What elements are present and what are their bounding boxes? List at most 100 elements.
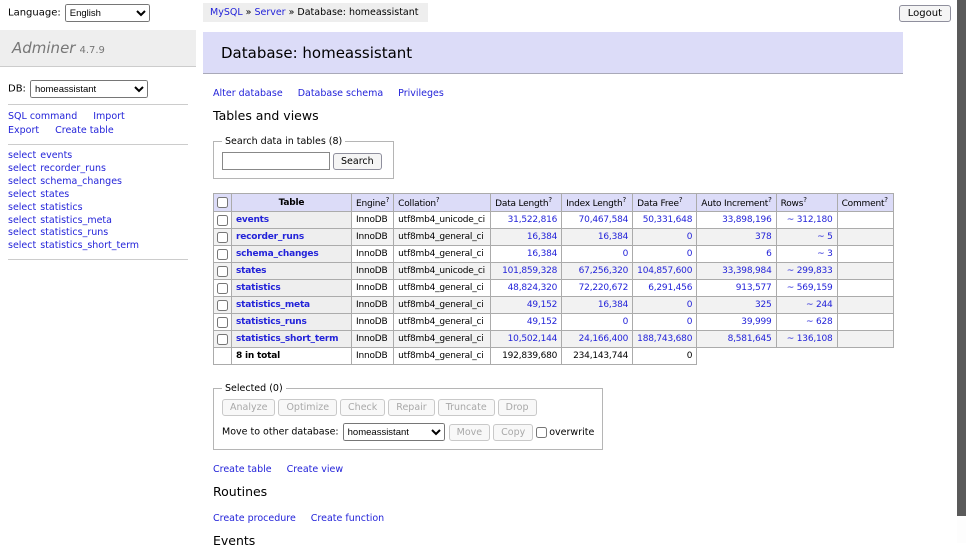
sidebar-item-export[interactable]: Export	[8, 125, 39, 136]
search-button[interactable]: Search	[333, 153, 382, 170]
data-free-link[interactable]: 6,291,456	[648, 283, 692, 293]
data-length-link[interactable]: 101,859,328	[502, 266, 557, 276]
sidebar-select-link-states[interactable]: select	[8, 189, 36, 200]
sidebar-select-link-statistics-meta[interactable]: select	[8, 215, 36, 226]
vertical-scrollbar[interactable]	[957, 0, 966, 543]
copy-button[interactable]: Copy	[493, 424, 533, 441]
row-checkbox-states[interactable]	[217, 266, 228, 277]
scrollbar-thumb[interactable]	[957, 0, 966, 516]
column-help-link[interactable]: ?	[768, 196, 772, 204]
rows-link[interactable]: ~ 628	[806, 317, 833, 327]
row-checkbox-recorder-runs[interactable]	[217, 232, 228, 243]
row-checkbox-schema-changes[interactable]	[217, 249, 228, 260]
auto-increment-link[interactable]: 325	[755, 300, 772, 310]
data-free-link[interactable]: 0	[687, 300, 693, 310]
row-checkbox-statistics-short-term[interactable]	[217, 334, 228, 345]
breadcrumb-link-server[interactable]: Server	[254, 7, 285, 18]
table-link-schema-changes[interactable]: schema_changes	[236, 249, 318, 259]
rows-link[interactable]: ~ 5	[817, 232, 833, 242]
alter-database-link[interactable]: Alter database	[213, 88, 283, 99]
sidebar-item-sql-command[interactable]: SQL command	[8, 111, 77, 122]
sidebar-select-link-events[interactable]: select	[8, 150, 36, 161]
column-help-link[interactable]: ?	[386, 196, 390, 204]
check-button[interactable]: Check	[340, 399, 385, 416]
analyze-button[interactable]: Analyze	[222, 399, 275, 416]
data-length-link[interactable]: 49,152	[527, 300, 557, 310]
index-length-link[interactable]: 72,220,672	[579, 283, 629, 293]
rows-link[interactable]: ~ 569,159	[787, 283, 833, 293]
data-length-link[interactable]: 16,384	[527, 249, 557, 259]
db-select[interactable]: homeassistant	[30, 80, 148, 98]
auto-increment-link[interactable]: 913,577	[736, 283, 772, 293]
auto-increment-link[interactable]: 33,898,196	[722, 215, 772, 225]
sidebar-table-link-states[interactable]: states	[40, 189, 69, 200]
sidebar-select-link-statistics-runs[interactable]: select	[8, 227, 36, 238]
overwrite-checkbox[interactable]	[536, 427, 547, 438]
create-function-link[interactable]: Create function	[311, 513, 384, 524]
column-help-link[interactable]: ?	[622, 196, 626, 204]
data-length-link[interactable]: 10,502,144	[508, 334, 558, 344]
auto-increment-link[interactable]: 6	[766, 249, 772, 259]
sidebar-table-link-events[interactable]: events	[40, 150, 72, 161]
move-database-select[interactable]: homeassistant	[343, 423, 445, 441]
column-help-link[interactable]: ?	[884, 196, 888, 204]
rows-link[interactable]: ~ 312,180	[787, 215, 833, 225]
optimize-button[interactable]: Optimize	[278, 399, 337, 416]
truncate-button[interactable]: Truncate	[438, 399, 495, 416]
sidebar-select-link-statistics[interactable]: select	[8, 202, 36, 213]
index-length-link[interactable]: 0	[623, 317, 629, 327]
index-length-link[interactable]: 70,467,584	[579, 215, 629, 225]
column-help-link[interactable]: ?	[679, 196, 683, 204]
sidebar-table-link-statistics-meta[interactable]: statistics_meta	[40, 215, 112, 226]
create-table-link[interactable]: Create table	[213, 464, 272, 475]
search-input[interactable]	[222, 152, 330, 170]
sidebar-select-link-statistics-short-term[interactable]: select	[8, 240, 36, 251]
index-length-link[interactable]: 24,166,400	[579, 334, 629, 344]
language-select[interactable]: English	[65, 4, 150, 22]
auto-increment-link[interactable]: 39,999	[741, 317, 771, 327]
table-link-events[interactable]: events	[236, 215, 269, 225]
index-length-link[interactable]: 67,256,320	[579, 266, 629, 276]
breadcrumb-link-mysql[interactable]: MySQL	[210, 7, 243, 18]
move-button[interactable]: Move	[449, 424, 490, 441]
sidebar-item-import[interactable]: Import	[93, 111, 125, 122]
table-link-states[interactable]: states	[236, 266, 266, 276]
column-help-link[interactable]: ?	[436, 196, 440, 204]
repair-button[interactable]: Repair	[388, 399, 434, 416]
data-free-link[interactable]: 0	[687, 249, 693, 259]
logout-button[interactable]: Logout	[899, 5, 951, 22]
data-length-link[interactable]: 31,522,816	[508, 215, 558, 225]
table-link-statistics-short-term[interactable]: statistics_short_term	[236, 334, 338, 344]
data-length-link[interactable]: 16,384	[527, 232, 557, 242]
privileges-link[interactable]: Privileges	[398, 88, 444, 99]
row-checkbox-statistics[interactable]	[217, 283, 228, 294]
row-checkbox-statistics-runs[interactable]	[217, 317, 228, 328]
sidebar-table-link-statistics[interactable]: statistics	[40, 202, 82, 213]
table-link-recorder-runs[interactable]: recorder_runs	[236, 232, 304, 242]
data-free-link[interactable]: 188,743,680	[637, 334, 692, 344]
auto-increment-link[interactable]: 33,398,984	[722, 266, 772, 276]
index-length-link[interactable]: 16,384	[598, 300, 628, 310]
sidebar-table-link-schema-changes[interactable]: schema_changes	[40, 176, 122, 187]
create-procedure-link[interactable]: Create procedure	[213, 513, 296, 524]
sidebar-table-link-statistics-short-term[interactable]: statistics_short_term	[40, 240, 139, 251]
data-free-link[interactable]: 0	[687, 232, 693, 242]
auto-increment-link[interactable]: 378	[755, 232, 772, 242]
sidebar-select-link-recorder-runs[interactable]: select	[8, 163, 36, 174]
drop-button[interactable]: Drop	[498, 399, 537, 416]
sidebar-table-link-recorder-runs[interactable]: recorder_runs	[40, 163, 106, 174]
auto-increment-link[interactable]: 8,581,645	[728, 334, 772, 344]
row-checkbox-statistics-meta[interactable]	[217, 300, 228, 311]
table-link-statistics-runs[interactable]: statistics_runs	[236, 317, 307, 327]
sidebar-item-create-table[interactable]: Create table	[55, 125, 114, 136]
data-length-link[interactable]: 48,824,320	[508, 283, 558, 293]
data-length-link[interactable]: 49,152	[527, 317, 557, 327]
data-free-link[interactable]: 50,331,648	[643, 215, 693, 225]
rows-link[interactable]: ~ 3	[817, 249, 833, 259]
sidebar-select-link-schema-changes[interactable]: select	[8, 176, 36, 187]
column-help-link[interactable]: ?	[548, 196, 552, 204]
database-schema-link[interactable]: Database schema	[298, 88, 383, 99]
index-length-link[interactable]: 0	[623, 249, 629, 259]
column-help-link[interactable]: ?	[803, 196, 807, 204]
index-length-link[interactable]: 16,384	[598, 232, 628, 242]
